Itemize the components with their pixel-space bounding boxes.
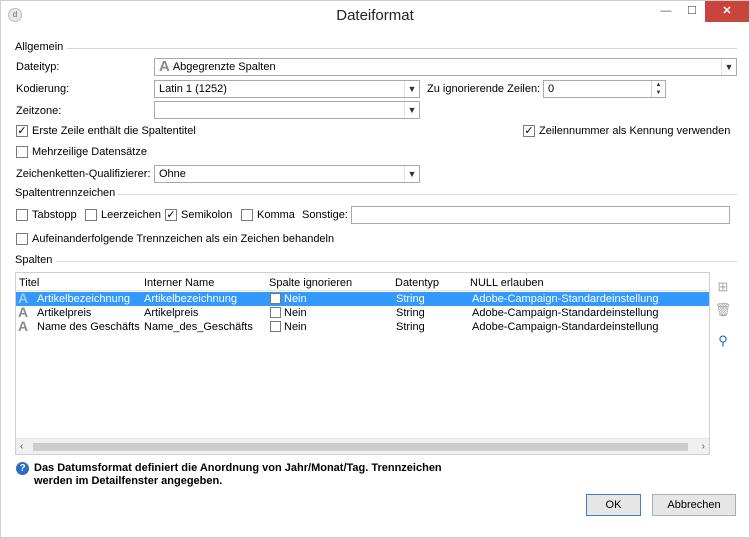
skip-rows-label: Zu ignorierende Zeilen:: [427, 83, 541, 95]
scroll-right-icon[interactable]: ›: [702, 441, 705, 452]
row-ignore-value: Nein: [284, 321, 307, 333]
qualifier-label: Zeichenketten-Qualifizierer:: [16, 168, 151, 180]
table-row[interactable]: A Artikelbezeichnung Artikelbezeichnung …: [16, 290, 709, 306]
other-separator-label: Sonstige:: [302, 209, 348, 221]
text-type-icon: A: [18, 318, 29, 334]
other-separator-input[interactable]: [351, 206, 730, 224]
timezone-dropdown[interactable]: ▼: [154, 101, 420, 119]
skip-rows-spinner[interactable]: ▲ ▼: [651, 81, 665, 97]
section-general-divider: [67, 48, 737, 49]
section-columns-label: Spalten: [15, 254, 53, 266]
text-type-icon: A: [159, 58, 170, 75]
file-type-dropdown[interactable]: A Abgegrenzte Spalten ▼: [154, 58, 737, 76]
column-header-datatype[interactable]: Datentyp: [395, 277, 439, 289]
add-column-icon[interactable]: ⊞: [714, 278, 732, 296]
trash-icon[interactable]: 🗑: [714, 301, 732, 319]
row-title: Name des Geschäfts: [37, 321, 140, 333]
tab-separator-label: Tabstopp: [32, 209, 77, 221]
encoding-dropdown[interactable]: Latin 1 (1252) ▼: [154, 80, 420, 98]
chevron-down-icon: ▼: [404, 166, 419, 182]
space-separator-checkbox[interactable]: [85, 209, 97, 221]
row-null-policy: Adobe-Campaign-Standardeinstellung: [472, 307, 659, 319]
section-separators-divider: [118, 194, 737, 195]
help-icon: ?: [16, 462, 29, 475]
chevron-down-icon: ▼: [721, 59, 736, 75]
row-datatype: String: [396, 321, 425, 333]
row-ignore-checkbox[interactable]: [270, 321, 281, 332]
horizontal-scrollbar[interactable]: ‹ ›: [16, 438, 709, 454]
skip-rows-input[interactable]: 0 ▲ ▼: [543, 80, 666, 98]
scroll-left-icon[interactable]: ‹: [20, 441, 23, 452]
row-ignore-value: Nein: [284, 293, 307, 305]
semicolon-separator-checkbox[interactable]: ✓: [165, 209, 177, 221]
row-datatype: String: [396, 293, 425, 305]
first-row-titles-checkbox[interactable]: ✓: [16, 125, 28, 137]
chevron-down-icon: ▼: [404, 102, 419, 118]
column-header-null[interactable]: NULL erlauben: [470, 277, 544, 289]
section-general-label: Allgemein: [15, 41, 64, 53]
minimize-button[interactable]: —: [653, 1, 679, 22]
row-internal-name: Artikelpreis: [144, 307, 199, 319]
first-row-titles-label: Erste Zeile enthält die Spaltentitel: [32, 125, 196, 137]
grid-header-divider: [16, 290, 709, 291]
file-format-dialog: d Dateiformat — ☐ ✕ Allgemein Dateityp: …: [0, 0, 750, 538]
scrollbar-thumb[interactable]: [33, 443, 688, 451]
qualifier-dropdown[interactable]: Ohne ▼: [154, 165, 420, 183]
semicolon-separator-label: Semikolon: [181, 209, 233, 221]
text-type-icon: A: [18, 304, 29, 320]
cancel-button[interactable]: Abbrechen: [652, 494, 736, 516]
spin-up-icon[interactable]: ▲: [652, 81, 665, 89]
qualifier-value: Ohne: [159, 168, 186, 180]
encoding-label: Kodierung:: [16, 83, 70, 95]
row-ignore-checkbox[interactable]: [270, 307, 281, 318]
line-number-id-label: Zeilennummer als Kennung verwenden: [539, 125, 731, 137]
row-null-policy: Adobe-Campaign-Standardeinstellung: [472, 321, 659, 333]
file-type-label: Dateityp:: [16, 61, 60, 73]
row-title: Artikelbezeichnung: [37, 293, 130, 305]
row-datatype: String: [396, 307, 425, 319]
title-bar: d Dateiformat — ☐ ✕: [1, 1, 749, 31]
chevron-down-icon: ▼: [404, 81, 419, 97]
encoding-value: Latin 1 (1252): [159, 83, 227, 95]
search-icon[interactable]: ⚲: [714, 332, 732, 350]
row-ignore-value: Nein: [284, 307, 307, 319]
skip-rows-value: 0: [548, 83, 555, 95]
section-columns-divider: [56, 261, 737, 262]
table-row[interactable]: A Name des Geschäfts Name_des_Geschäfts …: [16, 318, 709, 334]
row-internal-name: Name_des_Geschäfts: [144, 321, 253, 333]
window-title: Dateiformat: [336, 7, 414, 24]
space-separator-label: Leerzeichen: [101, 209, 161, 221]
row-internal-name: Artikelbezeichnung: [144, 293, 237, 305]
column-header-internal-name[interactable]: Interner Name: [144, 277, 214, 289]
comma-separator-label: Komma: [257, 209, 295, 221]
column-header-ignore[interactable]: Spalte ignorieren: [269, 277, 352, 289]
ok-button[interactable]: OK: [586, 494, 641, 516]
info-text: Das Datumsformat definiert die Anordnung…: [34, 462, 442, 487]
text-type-icon: A: [18, 290, 29, 306]
spin-down-icon[interactable]: ▼: [652, 89, 665, 97]
multiline-checkbox[interactable]: [16, 146, 28, 158]
consecutive-separators-label: Aufeinanderfolgende Trennzeichen als ein…: [32, 233, 335, 245]
row-null-policy: Adobe-Campaign-Standardeinstellung: [472, 293, 659, 305]
maximize-button[interactable]: ☐: [679, 1, 705, 22]
tab-separator-checkbox[interactable]: [16, 209, 28, 221]
comma-separator-checkbox[interactable]: [241, 209, 253, 221]
line-number-id-checkbox[interactable]: ✓: [523, 125, 535, 137]
file-type-value: Abgegrenzte Spalten: [172, 60, 276, 73]
row-title: Artikelpreis: [37, 307, 92, 319]
column-header-title[interactable]: Titel: [19, 277, 39, 289]
timezone-label: Zeitzone:: [16, 105, 62, 117]
section-separators-label: Spaltentrennzeichen: [15, 187, 116, 199]
close-button[interactable]: ✕: [705, 1, 749, 22]
consecutive-separators-checkbox[interactable]: [16, 233, 28, 245]
row-ignore-checkbox[interactable]: [270, 293, 281, 304]
multiline-label: Mehrzeilige Datensätze: [32, 146, 147, 158]
table-row[interactable]: A Artikelpreis Artikelpreis Nein String …: [16, 304, 709, 320]
